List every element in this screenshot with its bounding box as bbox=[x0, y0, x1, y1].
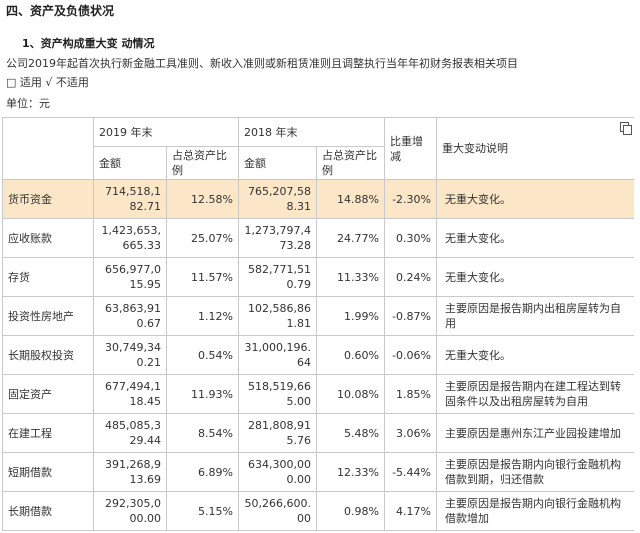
header-year-2019: 2019 年末 bbox=[93, 117, 239, 147]
table-row: 存货 656,977,015.95 11.57% 582,771,510.79 … bbox=[2, 257, 634, 297]
row-ratio-2018: 24.77% bbox=[316, 218, 385, 258]
row-ratio-2018: 0.98% bbox=[316, 491, 385, 531]
row-amount-2019: 656,977,015.95 bbox=[93, 257, 167, 297]
row-description: 无重大变化。 bbox=[436, 335, 634, 375]
header-amount-2019: 金额 bbox=[93, 146, 167, 180]
row-ratio-2018: 1.99% bbox=[316, 296, 385, 336]
row-item: 货币资金 bbox=[2, 179, 94, 219]
row-item: 长期股权投资 bbox=[2, 335, 94, 375]
row-ratio-2019: 12.58% bbox=[166, 179, 239, 219]
row-ratio-2019: 1.12% bbox=[166, 296, 239, 336]
row-description: 无重大变化。 bbox=[436, 218, 634, 258]
row-change: 3.06% bbox=[384, 413, 437, 453]
applicability-note: □ 适用 √ 不适用 bbox=[6, 76, 89, 89]
row-item: 长期借款 bbox=[2, 491, 94, 531]
row-item: 存货 bbox=[2, 257, 94, 297]
row-ratio-2018: 14.88% bbox=[316, 179, 385, 219]
row-change: 0.30% bbox=[384, 218, 437, 258]
row-description: 主要原因是报告期内向银行金融机构借款增加 bbox=[436, 491, 634, 531]
row-ratio-2018: 12.33% bbox=[316, 452, 385, 492]
row-ratio-2019: 6.89% bbox=[166, 452, 239, 492]
row-amount-2018: 518,519,665.00 bbox=[238, 374, 317, 414]
table-row: 长期借款 292,305,000.00 5.15% 50,266,600.00 … bbox=[2, 491, 634, 531]
header-year-2018: 2018 年末 bbox=[238, 117, 385, 147]
header-ratio-2018: 占总资产比例 bbox=[316, 146, 385, 180]
row-amount-2018: 582,771,510.79 bbox=[238, 257, 317, 297]
row-amount-2019: 391,268,913.69 bbox=[93, 452, 167, 492]
row-change: 1.85% bbox=[384, 374, 437, 414]
table-row: 固定资产 677,494,118.45 11.93% 518,519,665.0… bbox=[2, 374, 634, 414]
header-amount-2018: 金额 bbox=[238, 146, 317, 180]
row-change: 4.17% bbox=[384, 491, 437, 531]
row-ratio-2019: 25.07% bbox=[166, 218, 239, 258]
row-description: 主要原因是报告期内在建工程达到转固条件以及出租房屋转为自用 bbox=[436, 374, 634, 414]
row-item: 短期借款 bbox=[2, 452, 94, 492]
row-amount-2018: 634,300,000.00 bbox=[238, 452, 317, 492]
row-ratio-2019: 11.57% bbox=[166, 257, 239, 297]
row-amount-2018: 102,586,861.81 bbox=[238, 296, 317, 336]
asset-composition-table-container: 2019 年末 2018 年末 比重增减 重大变动说明 金额 占总资产比例 金额… bbox=[2, 117, 634, 533]
asset-composition-table: 2019 年末 2018 年末 比重增减 重大变动说明 金额 占总资产比例 金额… bbox=[2, 117, 634, 531]
row-description: 主要原因是报告期内出租房屋转为自用 bbox=[436, 296, 634, 336]
row-amount-2019: 292,305,000.00 bbox=[93, 491, 167, 531]
header-explanation-label: 重大变动说明 bbox=[442, 142, 508, 155]
row-item: 固定资产 bbox=[2, 374, 94, 414]
row-amount-2018: 50,266,600.00 bbox=[238, 491, 317, 531]
table-row: 短期借款 391,268,913.69 6.89% 634,300,000.00… bbox=[2, 452, 634, 492]
copy-icon[interactable] bbox=[620, 122, 632, 135]
table-row: 货币资金 714,518,182.71 12.58% 765,207,588.3… bbox=[2, 179, 634, 219]
row-ratio-2018: 11.33% bbox=[316, 257, 385, 297]
row-amount-2019: 485,085,329.44 bbox=[93, 413, 167, 453]
row-change: -2.30% bbox=[384, 179, 437, 219]
row-amount-2019: 30,749,340.21 bbox=[93, 335, 167, 375]
section-title: 四、资产及负债状况 bbox=[6, 4, 115, 18]
row-item: 应收账款 bbox=[2, 218, 94, 258]
row-description: 无重大变化。 bbox=[436, 179, 634, 219]
row-amount-2019: 714,518,182.71 bbox=[93, 179, 167, 219]
table-row: 在建工程 485,085,329.44 8.54% 281,808,915.76… bbox=[2, 413, 634, 453]
row-ratio-2019: 8.54% bbox=[166, 413, 239, 453]
row-change: -0.06% bbox=[384, 335, 437, 375]
row-amount-2019: 1,423,653,665.33 bbox=[93, 218, 167, 258]
row-ratio-2018: 5.48% bbox=[316, 413, 385, 453]
table-row: 长期股权投资 30,749,340.21 0.54% 31,000,196.64… bbox=[2, 335, 634, 375]
row-ratio-2018: 10.08% bbox=[316, 374, 385, 414]
row-description: 主要原因是惠州东江产业园投建增加 bbox=[436, 413, 634, 453]
row-amount-2018: 281,808,915.76 bbox=[238, 413, 317, 453]
row-ratio-2019: 5.15% bbox=[166, 491, 239, 531]
row-description: 无重大变化。 bbox=[436, 257, 634, 297]
row-description: 主要原因是报告期内向银行金融机构借款到期，归还借款 bbox=[436, 452, 634, 492]
row-item: 在建工程 bbox=[2, 413, 94, 453]
row-amount-2018: 1,273,797,473.28 bbox=[238, 218, 317, 258]
unit-note: 单位：元 bbox=[6, 97, 50, 110]
row-item: 投资性房地产 bbox=[2, 296, 94, 336]
row-amount-2018: 31,000,196.64 bbox=[238, 335, 317, 375]
header-ratio-2019: 占总资产比例 bbox=[166, 146, 239, 180]
row-ratio-2018: 0.60% bbox=[316, 335, 385, 375]
row-change: -0.87% bbox=[384, 296, 437, 336]
table-row: 投资性房地产 63,863,910.67 1.12% 102,586,861.8… bbox=[2, 296, 634, 336]
row-change: -5.44% bbox=[384, 452, 437, 492]
row-amount-2019: 63,863,910.67 bbox=[93, 296, 167, 336]
subsection-title: 1、资产构成重大变 动情况 bbox=[22, 37, 155, 50]
policy-note: 公司2019年起首次执行新金融工具准则、新收入准则或新租赁准则且调整执行当年年初… bbox=[6, 57, 518, 70]
row-change: 0.24% bbox=[384, 257, 437, 297]
header-explanation: 重大变动说明 bbox=[436, 117, 634, 180]
row-amount-2018: 765,207,588.31 bbox=[238, 179, 317, 219]
header-change: 比重增减 bbox=[384, 117, 437, 180]
table-row: 应收账款 1,423,653,665.33 25.07% 1,273,797,4… bbox=[2, 218, 634, 258]
header-empty-cell bbox=[2, 117, 94, 180]
row-ratio-2019: 0.54% bbox=[166, 335, 239, 375]
row-ratio-2019: 11.93% bbox=[166, 374, 239, 414]
row-amount-2019: 677,494,118.45 bbox=[93, 374, 167, 414]
